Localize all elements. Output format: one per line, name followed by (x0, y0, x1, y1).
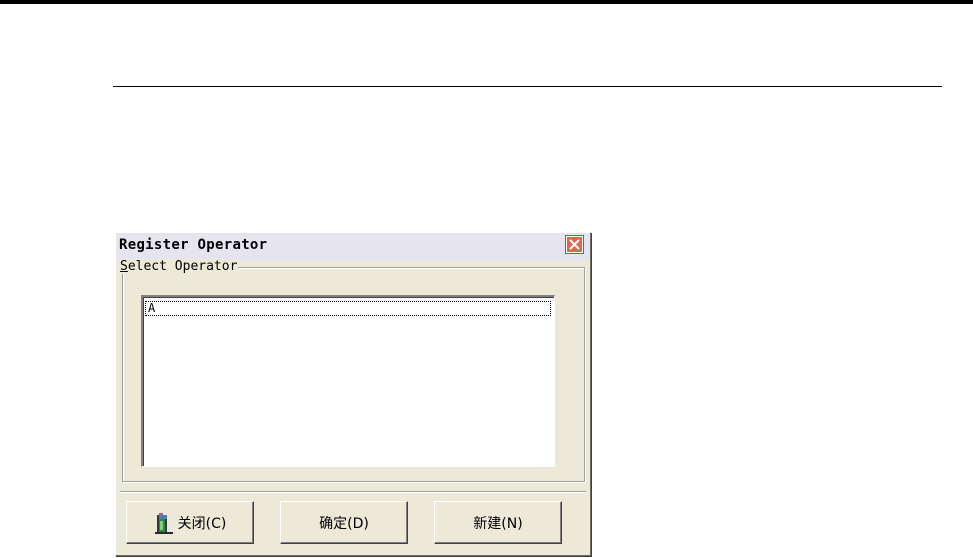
close-icon (569, 239, 580, 250)
close-button[interactable]: 关闭(C) (126, 501, 254, 544)
door-exit-icon (154, 512, 173, 534)
register-operator-dialog: Register Operator Select Operator A 关闭(C… (115, 232, 591, 556)
confirm-button[interactable]: 确定(D) (280, 501, 408, 544)
dialog-title: Register Operator (119, 237, 268, 253)
page-top-rule (0, 0, 973, 4)
select-operator-label-text: elect Operator (127, 259, 238, 274)
confirm-button-label: 确定(D) (319, 515, 369, 532)
dialog-titlebar[interactable]: Register Operator (116, 233, 590, 261)
operator-list-item[interactable]: A (145, 301, 551, 316)
operator-listbox[interactable]: A (141, 295, 555, 467)
select-operator-accelerator: S (120, 259, 128, 274)
button-area-separator (120, 491, 586, 493)
new-button-label: 新建(N) (473, 515, 523, 532)
close-window-button[interactable] (566, 236, 583, 253)
close-button-label: 关闭(C) (177, 515, 227, 532)
select-operator-label: Select Operator (119, 259, 239, 274)
new-button[interactable]: 新建(N) (434, 501, 562, 544)
page-divider-rule (113, 86, 942, 87)
